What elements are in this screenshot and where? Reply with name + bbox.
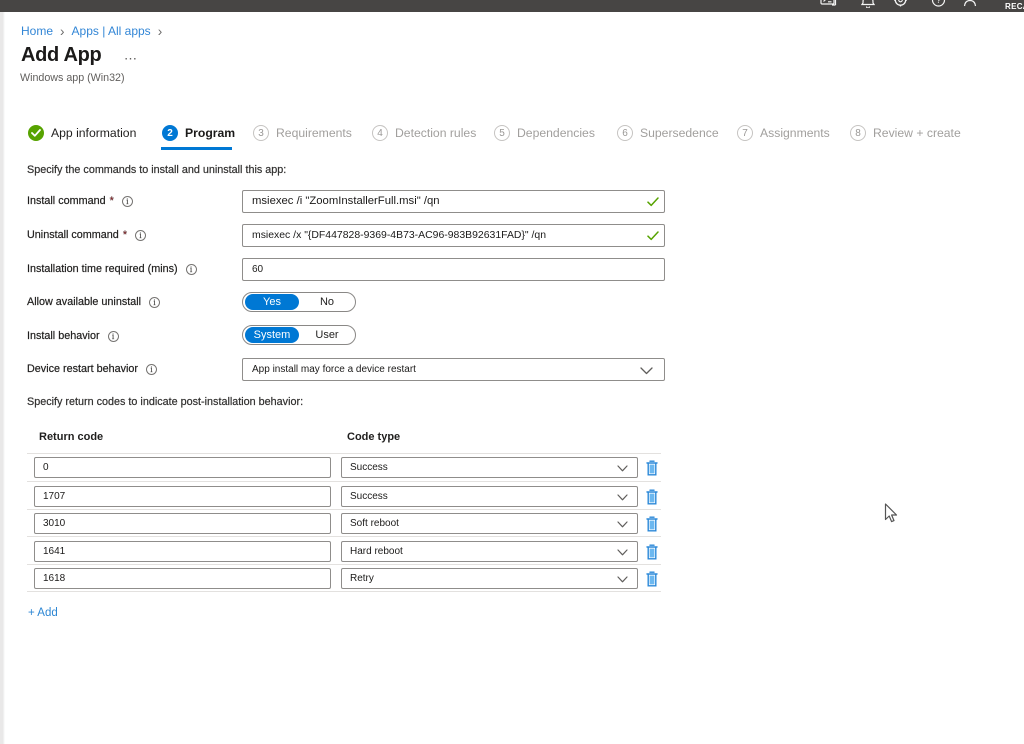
svg-text:?: ? [936,0,941,5]
